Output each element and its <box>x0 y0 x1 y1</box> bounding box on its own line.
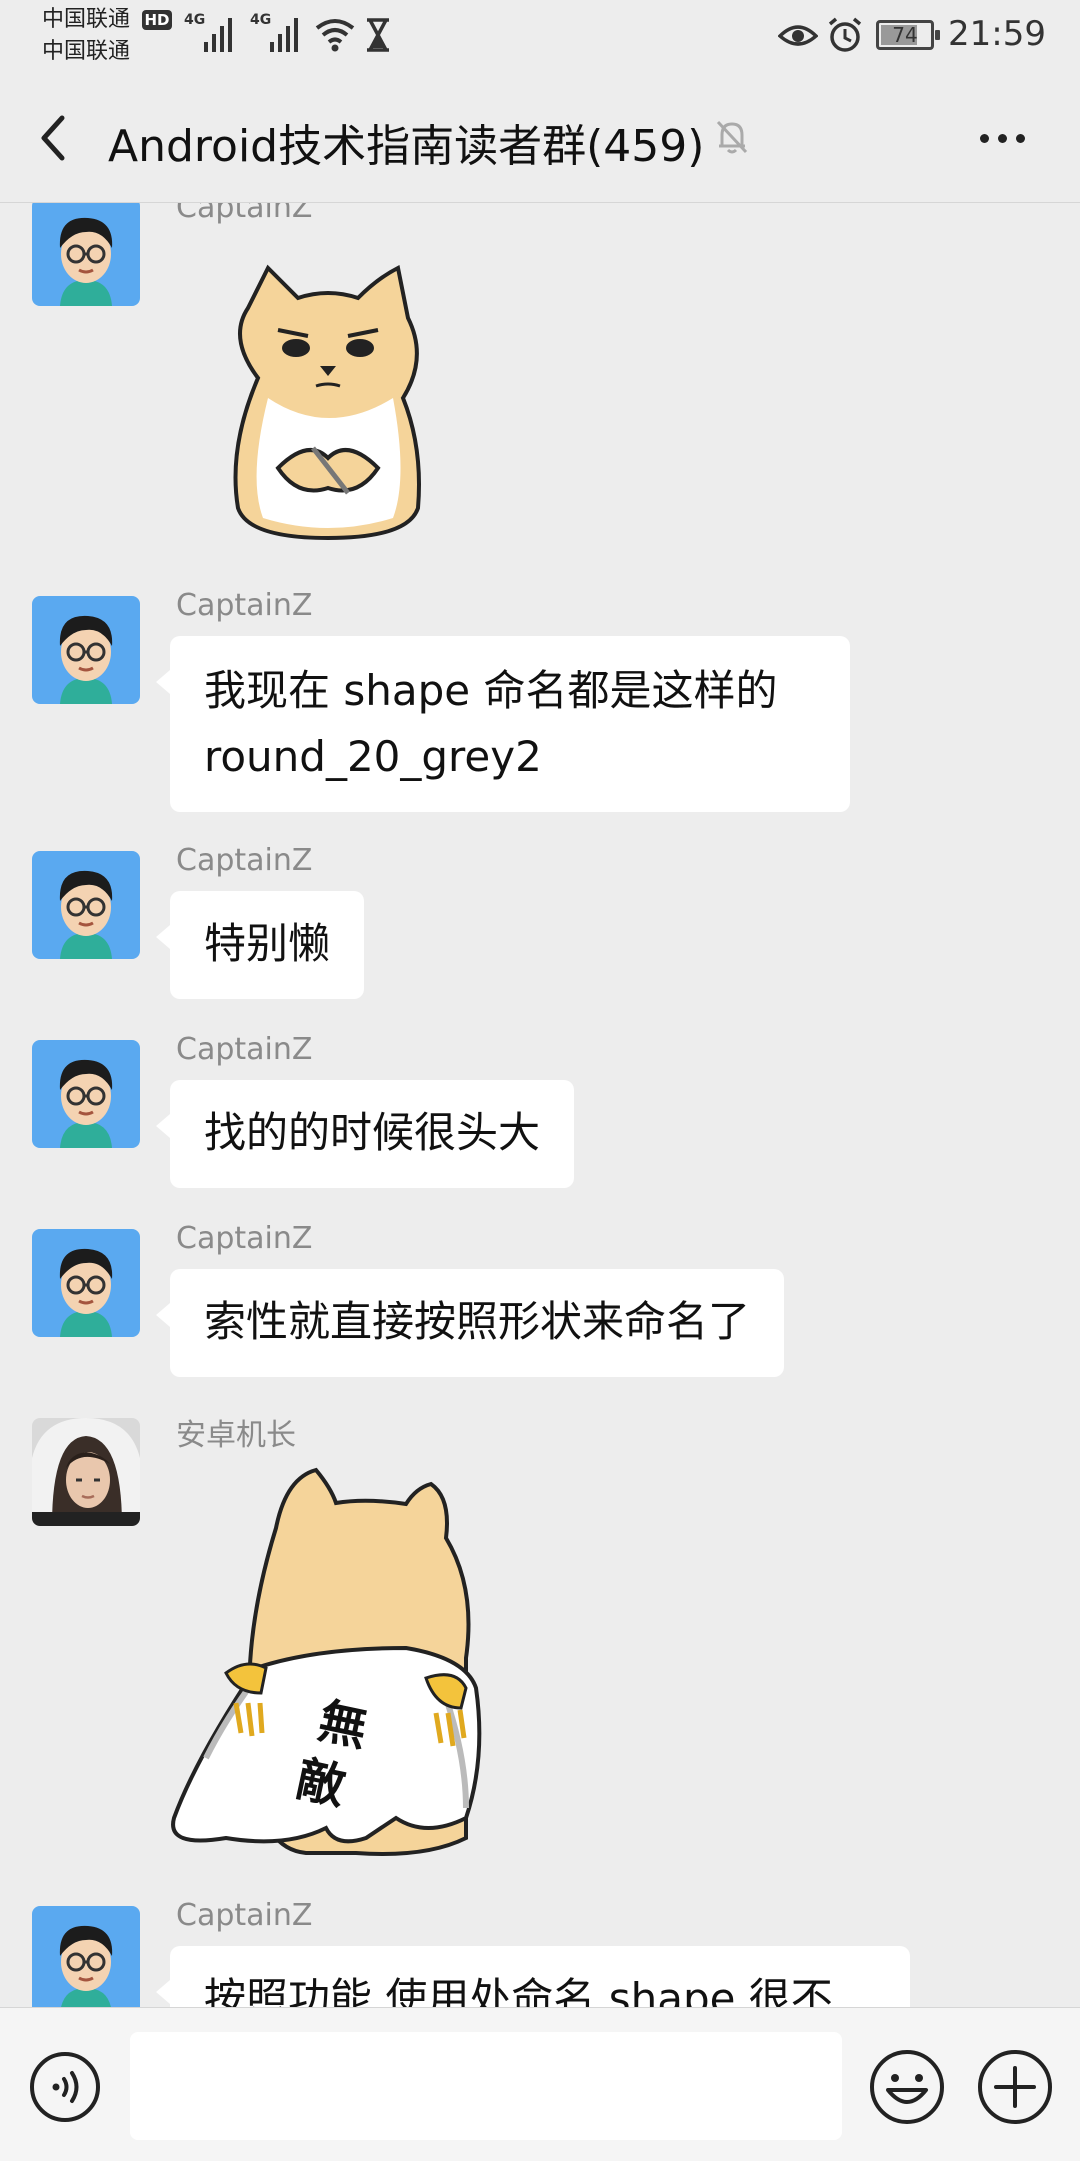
voice-icon[interactable] <box>28 2050 102 2124</box>
chevron-left-icon[interactable] <box>30 108 80 168</box>
message-bubble[interactable]: 我现在 shape 命名都是这样的 round_20_grey2 <box>156 636 850 812</box>
cartoon-avatar-icon <box>32 1040 140 1148</box>
invincible-cape-dog-sticker[interactable]: 無 敵 <box>166 1458 546 1868</box>
plus-icon[interactable] <box>976 2048 1054 2126</box>
clock: 21:59 <box>948 14 1046 54</box>
hourglass-icon <box>367 18 389 52</box>
network-label-2: 4G <box>250 12 272 28</box>
sender-name: CaptainZ <box>176 588 313 623</box>
input-bar <box>0 2007 1080 2161</box>
avatar[interactable] <box>32 203 140 306</box>
signal-icon-2: 4G <box>250 12 306 52</box>
message-bubble[interactable]: 按照功能 使用处命名 shape 很不 <box>156 1946 910 2007</box>
sender-name: CaptainZ <box>176 1032 313 1067</box>
cartoon-avatar-icon <box>32 203 140 306</box>
bell-off-icon <box>716 120 748 154</box>
shiba-dog-sticker[interactable] <box>208 248 448 548</box>
message-bubble[interactable]: 索性就直接按照形状来命名了 <box>155 1269 785 1377</box>
avatar[interactable] <box>32 1906 140 2007</box>
wifi-icon <box>315 19 355 52</box>
hd-badge: HD <box>142 10 172 30</box>
avatar[interactable] <box>32 851 140 959</box>
status-bar: 中国联通 中国联通 HD 4G 4G 74 21:59 <box>0 0 1080 70</box>
sender-name: CaptainZ <box>176 1898 313 1933</box>
carrier-1: 中国联通 <box>42 7 131 32</box>
sender-name: CaptainZ <box>176 203 313 225</box>
message-bubble[interactable]: 特别懒 <box>155 891 365 999</box>
message-bubble[interactable]: 找的的时候很头大 <box>155 1080 575 1188</box>
emoji-icon[interactable] <box>868 2048 946 2126</box>
sender-name: CaptainZ <box>176 843 313 878</box>
cartoon-avatar-icon <box>32 1906 140 2007</box>
message-input[interactable] <box>130 2032 842 2140</box>
cartoon-avatar-icon <box>32 1229 140 1337</box>
carrier-2: 中国联通 <box>42 39 131 64</box>
signal-icon-1: 4G <box>184 12 240 52</box>
battery-level: 74 <box>892 23 918 47</box>
more-dots-icon[interactable] <box>972 126 1032 150</box>
chat-header: Android技术指南读者群(459) <box>0 70 1080 203</box>
eye-icon <box>778 25 818 46</box>
alarm-icon <box>828 17 862 52</box>
message-list[interactable]: CaptainZ CaptainZ 我现在 shape 命名都是这样的 roun… <box>0 203 1080 2007</box>
battery-icon: 74 <box>876 20 940 50</box>
cartoon-avatar-icon <box>32 851 140 959</box>
avatar[interactable] <box>32 596 140 704</box>
sender-name: CaptainZ <box>176 1221 313 1256</box>
cartoon-avatar-icon <box>32 596 140 704</box>
network-label-1: 4G <box>184 12 206 28</box>
avatar[interactable] <box>32 1040 140 1148</box>
sender-name: 安卓机长 <box>176 1418 296 1453</box>
avatar[interactable] <box>32 1229 140 1337</box>
chat-title: Android技术指南读者群(459) <box>108 121 705 172</box>
photo-avatar-icon <box>32 1418 140 1526</box>
avatar[interactable] <box>32 1418 140 1526</box>
